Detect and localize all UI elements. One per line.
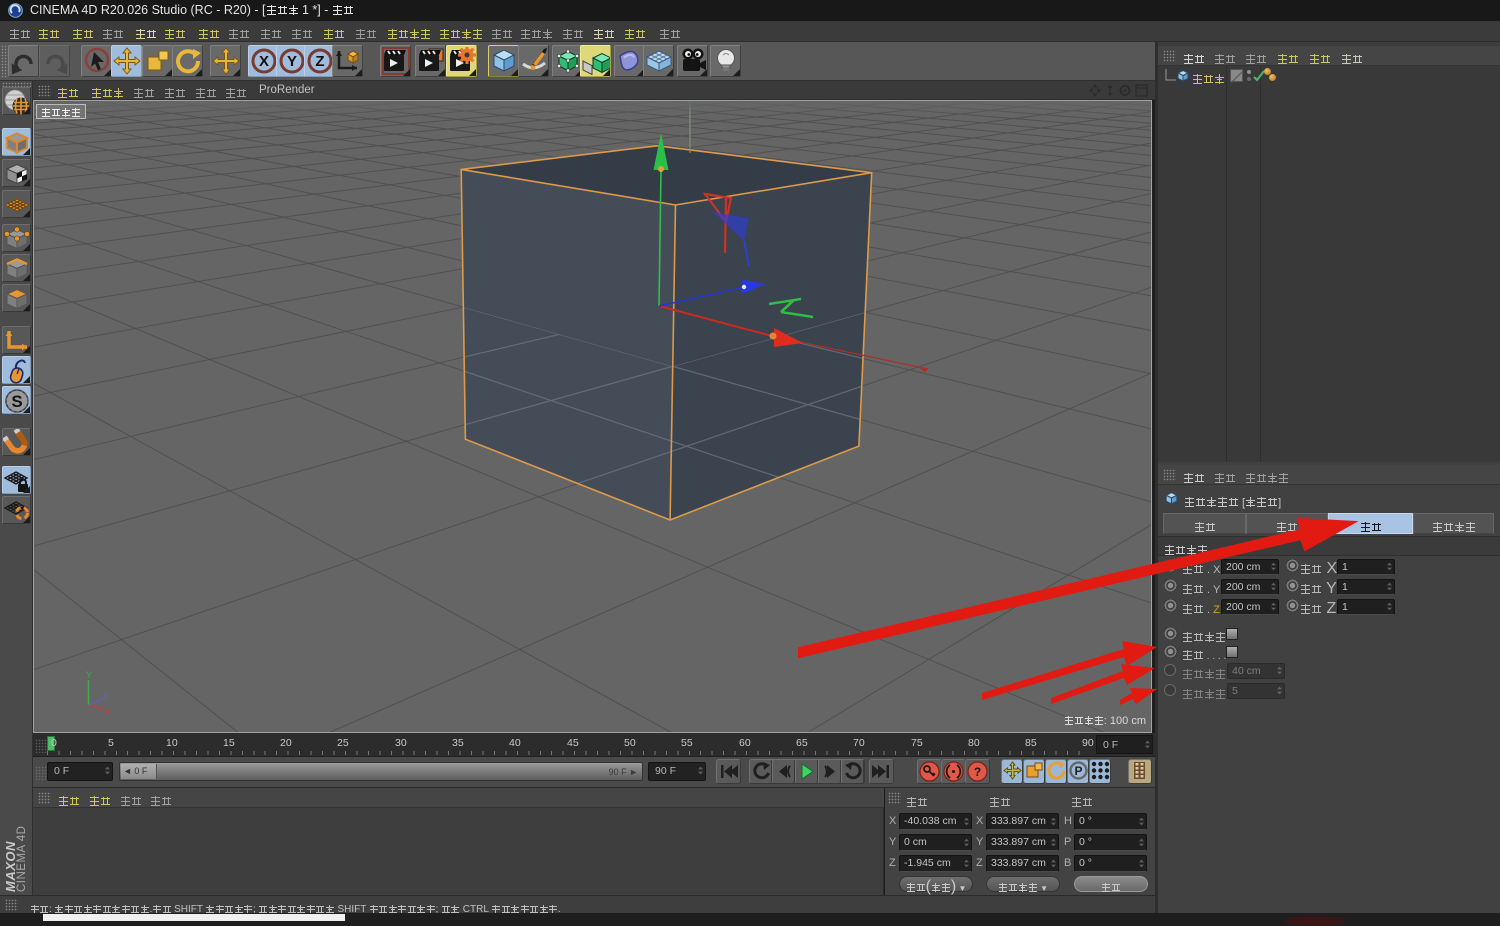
svg-text:S: S — [11, 392, 22, 411]
svg-text:Z: Z — [103, 692, 108, 701]
svg-text:P: P — [1074, 764, 1082, 778]
svg-text:X: X — [105, 708, 111, 716]
svg-text:Z: Z — [315, 53, 324, 70]
svg-text:Y: Y — [86, 670, 92, 680]
svg-text:X: X — [259, 53, 269, 70]
svg-text:Y: Y — [287, 53, 297, 70]
svg-text:?: ? — [974, 765, 981, 779]
